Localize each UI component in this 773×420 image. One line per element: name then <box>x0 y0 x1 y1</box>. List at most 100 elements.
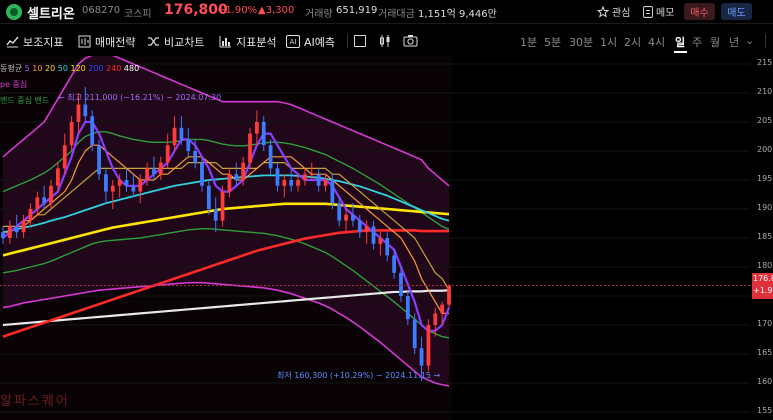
period-1m[interactable]: 1분 <box>520 34 537 50</box>
candle-body <box>426 325 431 366</box>
candle-body <box>241 162 246 180</box>
candle-icon[interactable] <box>379 34 391 48</box>
compare-label: 비교차트 <box>164 35 205 49</box>
candle-body <box>405 296 410 320</box>
candle-body <box>97 145 101 175</box>
line-chart-icon <box>6 36 19 48</box>
candle-body <box>1 232 5 238</box>
watchlist-button[interactable]: 관심 <box>597 3 630 20</box>
candle-body <box>364 226 369 233</box>
period-month[interactable]: 월 <box>710 34 720 50</box>
memo-label: 메모 <box>656 8 675 19</box>
candle-body <box>56 168 60 186</box>
stock-code: 068270 <box>82 5 121 16</box>
ai-predict-label: AI예측 <box>304 35 336 49</box>
candle-body <box>447 285 451 305</box>
y-axis-tick-label: 195.0 <box>757 174 773 183</box>
compare-button[interactable]: 비교차트 <box>147 34 204 49</box>
indicators-button[interactable]: 보조지표 <box>6 34 63 49</box>
volume-label: 거래량 <box>305 9 333 20</box>
candle-body <box>275 168 280 186</box>
period-day[interactable]: 일 <box>675 34 685 50</box>
high-annotation: ← 최고 211,000 (−16.21%) − 2024.07.30 <box>58 93 222 102</box>
candle-body <box>145 168 149 180</box>
active-period-indicator <box>674 51 687 53</box>
shuffle-icon <box>148 37 159 46</box>
candle-body <box>124 180 129 186</box>
candle-body <box>399 272 403 296</box>
candle-body <box>316 174 321 186</box>
candle-body <box>172 127 177 146</box>
ma-legend-items: 5 10 20 50 120 200 240 480 <box>25 64 140 73</box>
candle-body <box>83 104 88 117</box>
candle-body <box>49 185 53 204</box>
price-chart[interactable]: 동평균 5 10 20 50 120 200 240 480 pe 중심 밴드 … <box>0 56 773 420</box>
buy-button[interactable]: 매수 <box>684 3 715 20</box>
y-axis-tick-label: 190.0 <box>757 203 773 212</box>
candle-body <box>7 226 12 238</box>
y-axis-tick-label: 215.0 <box>757 58 773 67</box>
camera-icon[interactable] <box>403 34 418 47</box>
y-axis-tick-label: 210.0 <box>757 87 773 96</box>
period-1h[interactable]: 1시 <box>600 34 617 50</box>
candle-body <box>351 214 355 221</box>
candle-body <box>309 174 314 176</box>
y-axis-tick-label: 160.0 <box>757 377 773 386</box>
candle-body <box>69 122 74 146</box>
candle-body <box>158 162 163 175</box>
period-4h[interactable]: 4시 <box>648 34 665 50</box>
candle-body <box>433 313 438 325</box>
y-axis-tick-label: 185.0 <box>757 232 773 241</box>
period-more-button[interactable]: ⌄ <box>745 34 754 47</box>
candle-body <box>131 185 136 192</box>
candle-body <box>28 209 33 221</box>
y-axis-tick-label: 180.0 <box>757 261 773 270</box>
candle-body <box>152 168 156 175</box>
candle-body <box>392 255 396 273</box>
chart-canvas[interactable] <box>0 56 773 420</box>
candle-body <box>104 174 108 192</box>
strategy-label: 매매전략 <box>95 35 136 49</box>
period-30m[interactable]: 30분 <box>569 34 593 50</box>
stock-header: 셀트리온 068270 코스피 176,800 +1.90% ▲3,300 거래… <box>0 0 773 24</box>
chart-type-button[interactable] <box>354 35 366 47</box>
star-icon <box>597 5 609 18</box>
candle-body <box>42 197 47 204</box>
candle-body <box>289 180 294 186</box>
sell-button[interactable]: 매도 <box>721 3 752 20</box>
ma-legend-period: 240 <box>103 64 122 73</box>
period-week[interactable]: 주 <box>692 34 702 50</box>
period-2h[interactable]: 2시 <box>624 34 641 50</box>
amount-value: 1,151억 9,446만 <box>418 9 497 20</box>
y-axis-tick-label: 200.0 <box>757 145 773 154</box>
chart-toolbar: 보조지표 매매전략 비교차트 지표분석 AI AI예측 1분 5분 30분 1시… <box>0 28 773 54</box>
candle-body <box>330 180 335 204</box>
period-year[interactable]: 년 <box>729 34 739 50</box>
ai-predict-button[interactable]: AI AI예측 <box>286 34 335 49</box>
candle-body <box>303 174 307 180</box>
candle-body <box>440 304 445 314</box>
candle-body <box>248 133 252 163</box>
candle-body <box>186 139 191 151</box>
price-tag-price: 176.8 <box>753 273 773 283</box>
candle-body <box>220 191 225 221</box>
analysis-button[interactable]: 지표분석 <box>219 34 276 49</box>
candle-body <box>344 214 348 221</box>
bar-chart-icon <box>219 36 231 48</box>
candle-body <box>62 145 67 169</box>
stock-name[interactable]: 셀트리온 <box>27 3 75 22</box>
indicators-label: 보조지표 <box>23 35 64 49</box>
candle-body <box>14 226 19 233</box>
strategy-button[interactable]: 매매전략 <box>78 34 135 49</box>
candle-body <box>282 180 287 186</box>
memo-button[interactable]: 메모 <box>643 3 674 20</box>
candle-body <box>213 209 218 221</box>
ma-legend-period: 50 <box>55 64 68 73</box>
strategy-icon <box>78 35 91 48</box>
period-5m[interactable]: 5분 <box>544 34 561 50</box>
amount-label: 거래대금 <box>378 9 415 20</box>
candle-body <box>261 122 266 146</box>
analysis-label: 지표분석 <box>236 35 277 49</box>
toolbar-divider <box>347 34 348 48</box>
candle-body <box>227 174 232 192</box>
